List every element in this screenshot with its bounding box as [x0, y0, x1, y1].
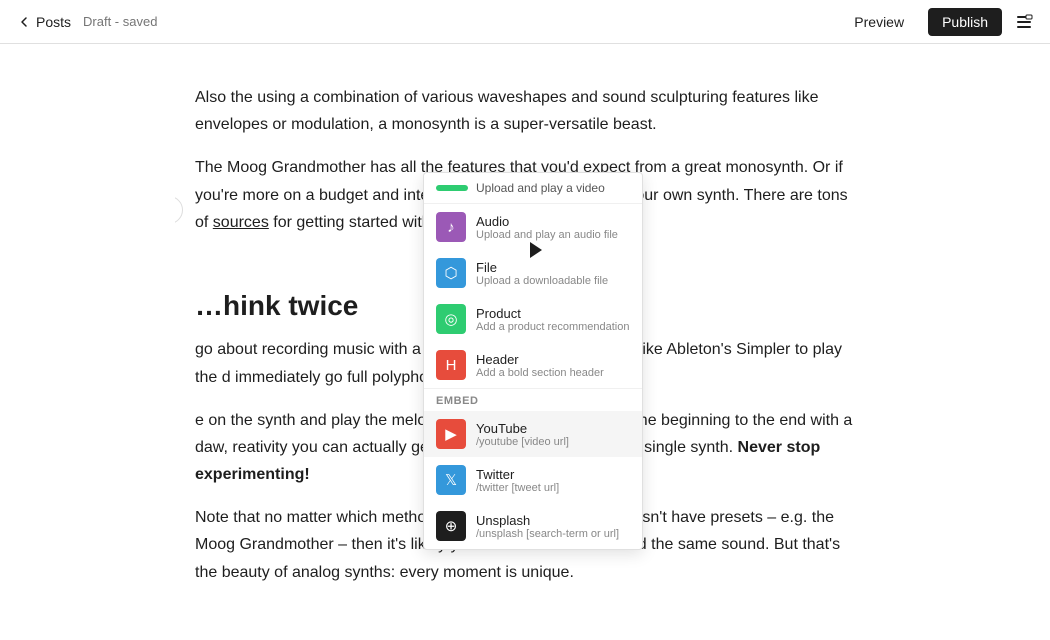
- back-to-posts[interactable]: Posts: [16, 14, 71, 30]
- twitter-title: Twitter: [476, 467, 559, 482]
- menu-item-product[interactable]: ◎ Product Add a product recommendation: [424, 296, 642, 342]
- settings-icon[interactable]: [1014, 12, 1034, 32]
- youtube-text: YouTube /youtube [video url]: [476, 421, 569, 448]
- twitter-icon: 𝕏: [436, 465, 466, 495]
- mouse-cursor: [530, 242, 542, 258]
- header-title: Header: [476, 352, 604, 367]
- file-text: File Upload a downloadable file: [476, 260, 608, 287]
- video-bar-text: Upload and play a video: [476, 181, 605, 195]
- youtube-desc: /youtube [video url]: [476, 436, 569, 448]
- back-arrow-icon: [16, 14, 32, 30]
- file-icon: ⬡: [436, 258, 466, 288]
- youtube-title: YouTube: [476, 421, 569, 436]
- embed-section-label: EMBED: [424, 388, 642, 411]
- video-bar-item[interactable]: Upload and play a video: [424, 173, 642, 204]
- header-desc: Add a bold section header: [476, 367, 604, 379]
- heading-text: hink twice: [223, 290, 358, 321]
- product-text: Product Add a product recommendation: [476, 306, 629, 333]
- unsplash-icon: ⊕: [436, 511, 466, 541]
- audio-text: Audio Upload and play an audio file: [476, 214, 618, 241]
- header-text: Header Add a bold section header: [476, 352, 604, 379]
- menu-item-youtube[interactable]: ▶ YouTube /youtube [video url]: [424, 411, 642, 457]
- video-indicator: [436, 185, 468, 191]
- back-label: Posts: [36, 14, 71, 30]
- menu-item-unsplash[interactable]: ⊕ Unsplash /unsplash [search-term or url…: [424, 503, 642, 549]
- unsplash-text: Unsplash /unsplash [search-term or url]: [476, 513, 619, 540]
- heading-think: …: [195, 290, 223, 321]
- para2-end: for getting started with it.: [269, 214, 448, 231]
- content-area: + Also the using a combination of variou…: [175, 44, 875, 596]
- audio-icon: ♪: [436, 212, 466, 242]
- product-desc: Add a product recommendation: [476, 321, 629, 333]
- youtube-icon: ▶: [436, 419, 466, 449]
- block-picker-dropdown: Upload and play a video ♪ Audio Upload a…: [423, 172, 643, 550]
- unsplash-title: Unsplash: [476, 513, 619, 528]
- twitter-desc: /twitter [tweet url]: [476, 482, 559, 494]
- header-icon: H: [436, 350, 466, 380]
- paragraph-1: Also the using a combination of various …: [195, 84, 855, 138]
- audio-title: Audio: [476, 214, 618, 229]
- topbar-right: Preview Publish: [842, 8, 1034, 36]
- file-desc: Upload a downloadable file: [476, 275, 608, 287]
- unsplash-desc: /unsplash [search-term or url]: [476, 528, 619, 540]
- topbar-left: Posts Draft - saved: [16, 14, 157, 30]
- file-title: File: [476, 260, 608, 275]
- preview-button[interactable]: Preview: [842, 8, 916, 36]
- audio-desc: Upload and play an audio file: [476, 229, 618, 241]
- menu-item-header[interactable]: H Header Add a bold section header: [424, 342, 642, 388]
- product-icon: ◎: [436, 304, 466, 334]
- publish-button[interactable]: Publish: [928, 8, 1002, 36]
- product-title: Product: [476, 306, 629, 321]
- sidebar-icon: [1014, 12, 1034, 32]
- menu-item-twitter[interactable]: 𝕏 Twitter /twitter [tweet url]: [424, 457, 642, 503]
- draft-status: Draft - saved: [83, 14, 157, 29]
- topbar: Posts Draft - saved Preview Publish: [0, 0, 1050, 44]
- sources-link[interactable]: sources: [213, 214, 269, 231]
- twitter-text: Twitter /twitter [tweet url]: [476, 467, 559, 494]
